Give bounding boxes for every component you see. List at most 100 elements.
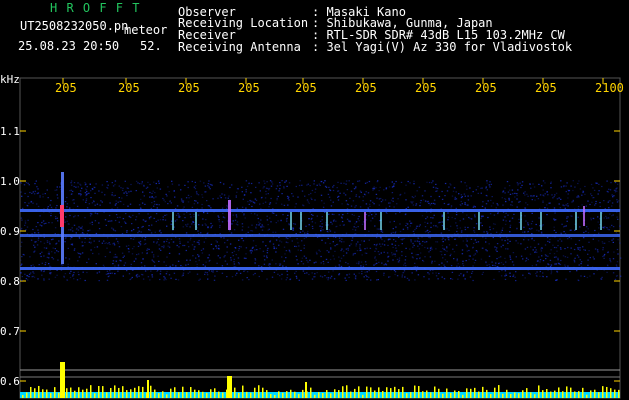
meteor-echo bbox=[478, 212, 480, 230]
noise-pixel bbox=[281, 180, 283, 182]
noise-pixel bbox=[94, 246, 96, 248]
noise-pixel bbox=[224, 217, 226, 219]
noise-pixel bbox=[182, 201, 184, 203]
noise-pixel bbox=[345, 261, 347, 264]
noise-pixel bbox=[533, 239, 535, 242]
noise-pixel bbox=[115, 238, 118, 240]
noise-pixel bbox=[67, 223, 69, 225]
noise-pixel bbox=[541, 255, 543, 257]
noise-pixel bbox=[286, 195, 289, 197]
noise-pixel bbox=[237, 257, 240, 259]
noise-pixel bbox=[566, 216, 568, 218]
noise-pixel bbox=[316, 215, 318, 217]
noise-pixel bbox=[472, 265, 474, 267]
noise-pixel bbox=[284, 181, 286, 183]
noise-pixel bbox=[301, 184, 303, 186]
noise-pixel bbox=[392, 253, 395, 255]
noise-pixel bbox=[70, 229, 72, 231]
noise-pixel bbox=[320, 255, 322, 258]
noise-pixel bbox=[385, 187, 388, 189]
noise-pixel bbox=[590, 219, 592, 221]
noise-pixel bbox=[244, 217, 246, 219]
noise-pixel bbox=[462, 260, 464, 262]
noise-pixel bbox=[32, 202, 34, 204]
noise-pixel bbox=[154, 203, 156, 205]
noise-pixel bbox=[355, 221, 357, 223]
noise-pixel bbox=[177, 260, 180, 262]
noise-pixel bbox=[554, 194, 556, 196]
noise-pixel bbox=[555, 231, 557, 234]
noise-pixel bbox=[365, 274, 367, 276]
noise-pixel bbox=[456, 265, 458, 267]
noise-pixel bbox=[94, 192, 96, 194]
noise-pixel bbox=[567, 197, 569, 199]
noise-pixel bbox=[109, 251, 111, 253]
noise-pixel bbox=[365, 252, 368, 254]
noise-pixel bbox=[321, 216, 323, 218]
noise-pixel bbox=[114, 273, 116, 275]
noise-pixel bbox=[530, 223, 533, 225]
noise-pixel bbox=[122, 187, 124, 189]
noise-pixel bbox=[616, 201, 619, 203]
noise-pixel bbox=[178, 214, 180, 216]
noise-pixel bbox=[488, 184, 490, 186]
noise-pixel bbox=[395, 240, 397, 242]
noise-pixel bbox=[291, 240, 293, 242]
noise-pixel bbox=[151, 196, 153, 198]
noise-pixel bbox=[392, 246, 394, 248]
meteor-echo bbox=[60, 205, 64, 227]
noise-pixel bbox=[471, 272, 473, 274]
noise-pixel bbox=[404, 276, 406, 278]
noise-pixel bbox=[149, 229, 151, 231]
noise-pixel bbox=[588, 241, 590, 243]
noise-pixel bbox=[331, 223, 333, 225]
noise-pixel bbox=[143, 195, 145, 197]
noise-pixel bbox=[480, 187, 482, 189]
echo-bar bbox=[98, 386, 100, 398]
noise-pixel bbox=[582, 191, 584, 194]
y-tick-label: 0.9 bbox=[0, 225, 20, 238]
noise-pixel bbox=[226, 251, 228, 253]
noise-pixel bbox=[593, 258, 595, 260]
noise-pixel bbox=[248, 182, 250, 185]
noise-pixel bbox=[444, 254, 446, 256]
noise-pixel bbox=[27, 182, 29, 184]
noise-pixel bbox=[605, 215, 607, 217]
noise-pixel bbox=[353, 188, 356, 190]
noise-pixel bbox=[190, 237, 192, 239]
noise-pixel bbox=[347, 249, 349, 251]
noise-pixel bbox=[183, 244, 186, 247]
noise-pixel bbox=[310, 197, 312, 199]
noise-pixel bbox=[103, 240, 105, 242]
noise-pixel bbox=[519, 200, 521, 203]
noise-pixel bbox=[325, 258, 328, 260]
noise-pixel bbox=[508, 185, 511, 187]
noise-pixel bbox=[434, 203, 436, 205]
noise-pixel bbox=[54, 252, 56, 254]
noise-pixel bbox=[476, 251, 478, 253]
noise-pixel bbox=[531, 265, 534, 267]
noise-pixel bbox=[73, 185, 75, 188]
noise-pixel bbox=[455, 244, 458, 246]
noise-pixel bbox=[560, 186, 563, 188]
noise-pixel bbox=[174, 196, 176, 198]
noise-pixel bbox=[311, 198, 313, 200]
noise-pixel bbox=[392, 259, 394, 261]
noise-pixel bbox=[401, 243, 403, 245]
noise-pixel bbox=[424, 256, 426, 258]
noise-pixel bbox=[299, 231, 302, 233]
echo-bar bbox=[74, 390, 76, 398]
noise-pixel bbox=[507, 214, 509, 216]
noise-pixel bbox=[424, 200, 427, 202]
noise-pixel bbox=[86, 261, 88, 264]
noise-pixel bbox=[593, 218, 595, 220]
noise-pixel bbox=[493, 278, 495, 280]
noise-pixel bbox=[113, 242, 115, 244]
noise-pixel bbox=[310, 213, 313, 216]
noise-pixel bbox=[155, 220, 157, 223]
noise-pixel bbox=[351, 237, 354, 239]
noise-pixel bbox=[196, 263, 198, 265]
noise-pixel bbox=[418, 186, 421, 188]
noise-pixel bbox=[231, 184, 233, 186]
noise-pixel bbox=[66, 203, 69, 205]
